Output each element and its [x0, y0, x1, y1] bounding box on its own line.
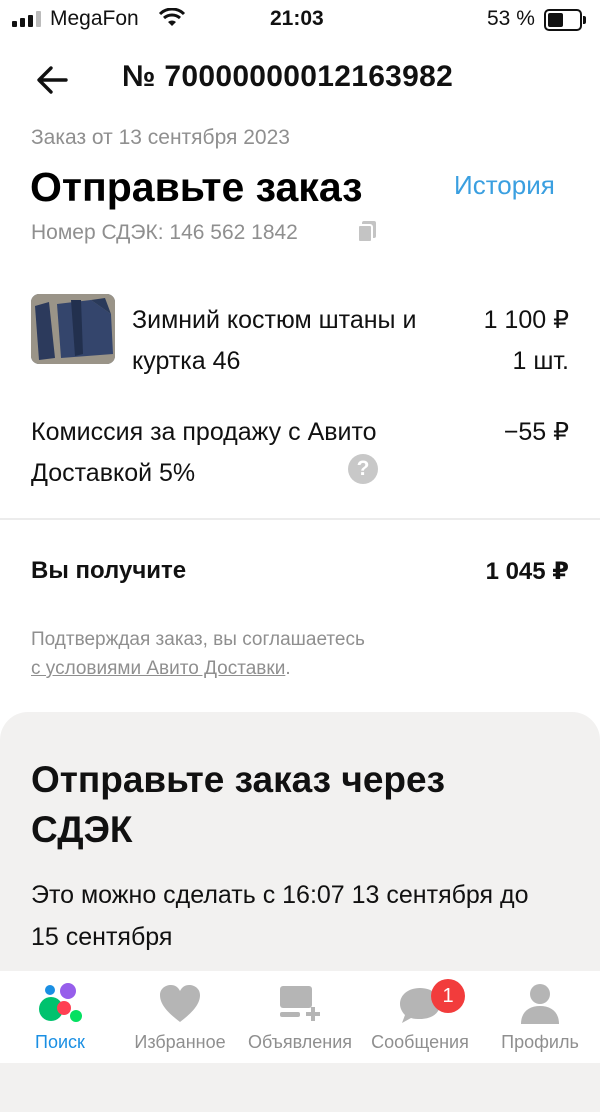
item-thumbnail[interactable] [31, 294, 115, 364]
item-name[interactable]: Зимний костюм штаны и куртка 46 [132, 300, 462, 382]
heart-icon [160, 985, 200, 1022]
nav-label-search: Поиск [35, 1032, 85, 1052]
order-number-title: № 70000000012163982 [122, 60, 454, 93]
shipping-card-text: Это можно сделать с 16:07 13 сентября до… [31, 881, 529, 951]
nav-label-favorites: Избранное [134, 1032, 226, 1052]
search-dots-icon [39, 983, 82, 1022]
nav-item-favorites[interactable]: Избранное [120, 971, 240, 1063]
nav-label-profile: Профиль [501, 1032, 579, 1052]
terms-link[interactable]: с условиями Авито Доставки [31, 658, 285, 679]
wifi-icon [158, 8, 186, 26]
messages-badge: 1 [431, 979, 465, 1013]
back-arrow-icon[interactable] [32, 60, 72, 100]
bottom-nav: Поиск Избранное Объявления Сообщения Про… [0, 971, 600, 1063]
payout-label: Вы получите [31, 557, 187, 584]
nav-label-ads: Объявления [247, 1032, 353, 1052]
battery-percent: 53 % [487, 7, 535, 30]
nav-item-ads[interactable]: Объявления [240, 971, 360, 1063]
item-price: 1 100 ₽ [483, 306, 569, 334]
cdek-number: Номер СДЭК: 146 562 1842 [31, 221, 298, 244]
carrier-name: MegaFon [50, 7, 139, 30]
clock: 21:03 [270, 7, 324, 30]
divider [0, 518, 600, 520]
shipping-card-title: Отправьте заказ через СДЭК [31, 759, 445, 850]
nav-item-search[interactable]: Поиск [0, 971, 120, 1063]
battery-icon [544, 9, 586, 31]
nav-item-profile[interactable]: Профиль [480, 971, 600, 1063]
terms-prefix: Подтверждая заказ, вы соглашаетесь [31, 629, 365, 650]
payout-value: 1 045 ₽ [485, 558, 569, 585]
help-icon[interactable]: ? [348, 454, 378, 484]
item-photo [31, 294, 115, 364]
ads-list-icon [280, 986, 320, 1021]
signal-icon [12, 11, 41, 27]
profile-icon [521, 984, 559, 1024]
commission-value: −55 ₽ [503, 418, 569, 446]
history-link[interactable]: История [454, 170, 555, 201]
status-bar: MegaFon 21:03 53 % [0, 0, 600, 40]
terms-end: . [285, 658, 291, 679]
nav-item-messages[interactable]: Сообщения [360, 971, 480, 1063]
nav-label-messages: Сообщения [371, 1032, 469, 1052]
item-quantity: 1 шт. [512, 347, 569, 375]
order-date: Заказ от 13 сентября 2023 [31, 126, 290, 149]
copy-icon[interactable] [356, 220, 378, 244]
terms-text: Подтверждая заказ, вы соглашаетесь с усл… [31, 625, 571, 683]
page-title: Отправьте заказ [30, 164, 363, 210]
